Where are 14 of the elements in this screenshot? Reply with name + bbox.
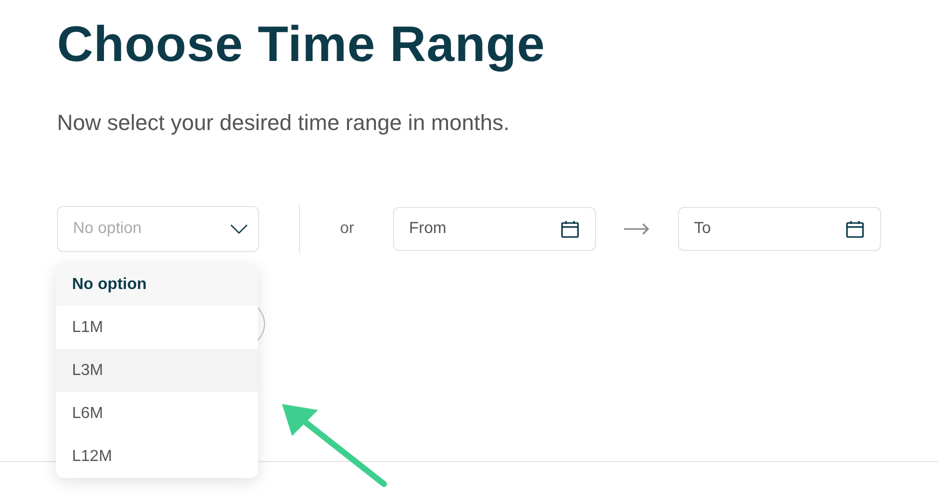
dropdown-option[interactable]: L1M [56,306,258,349]
arrow-icon [624,223,650,235]
dropdown-option[interactable]: L6M [56,392,258,435]
or-label: or [340,220,356,238]
dropdown-option[interactable]: L12M [56,435,258,478]
to-date-field[interactable]: To [678,207,881,251]
page-title: Choose Time Range [57,15,546,74]
from-date-field[interactable]: From [393,207,596,251]
chevron-icon [230,224,248,234]
calendar-icon [560,219,580,239]
page-subtitle: Now select your desired time range in months. [57,110,510,136]
dropdown-option[interactable]: L3M [56,349,258,392]
calendar-icon [845,219,865,239]
dropdown-option[interactable]: No option [56,263,258,306]
